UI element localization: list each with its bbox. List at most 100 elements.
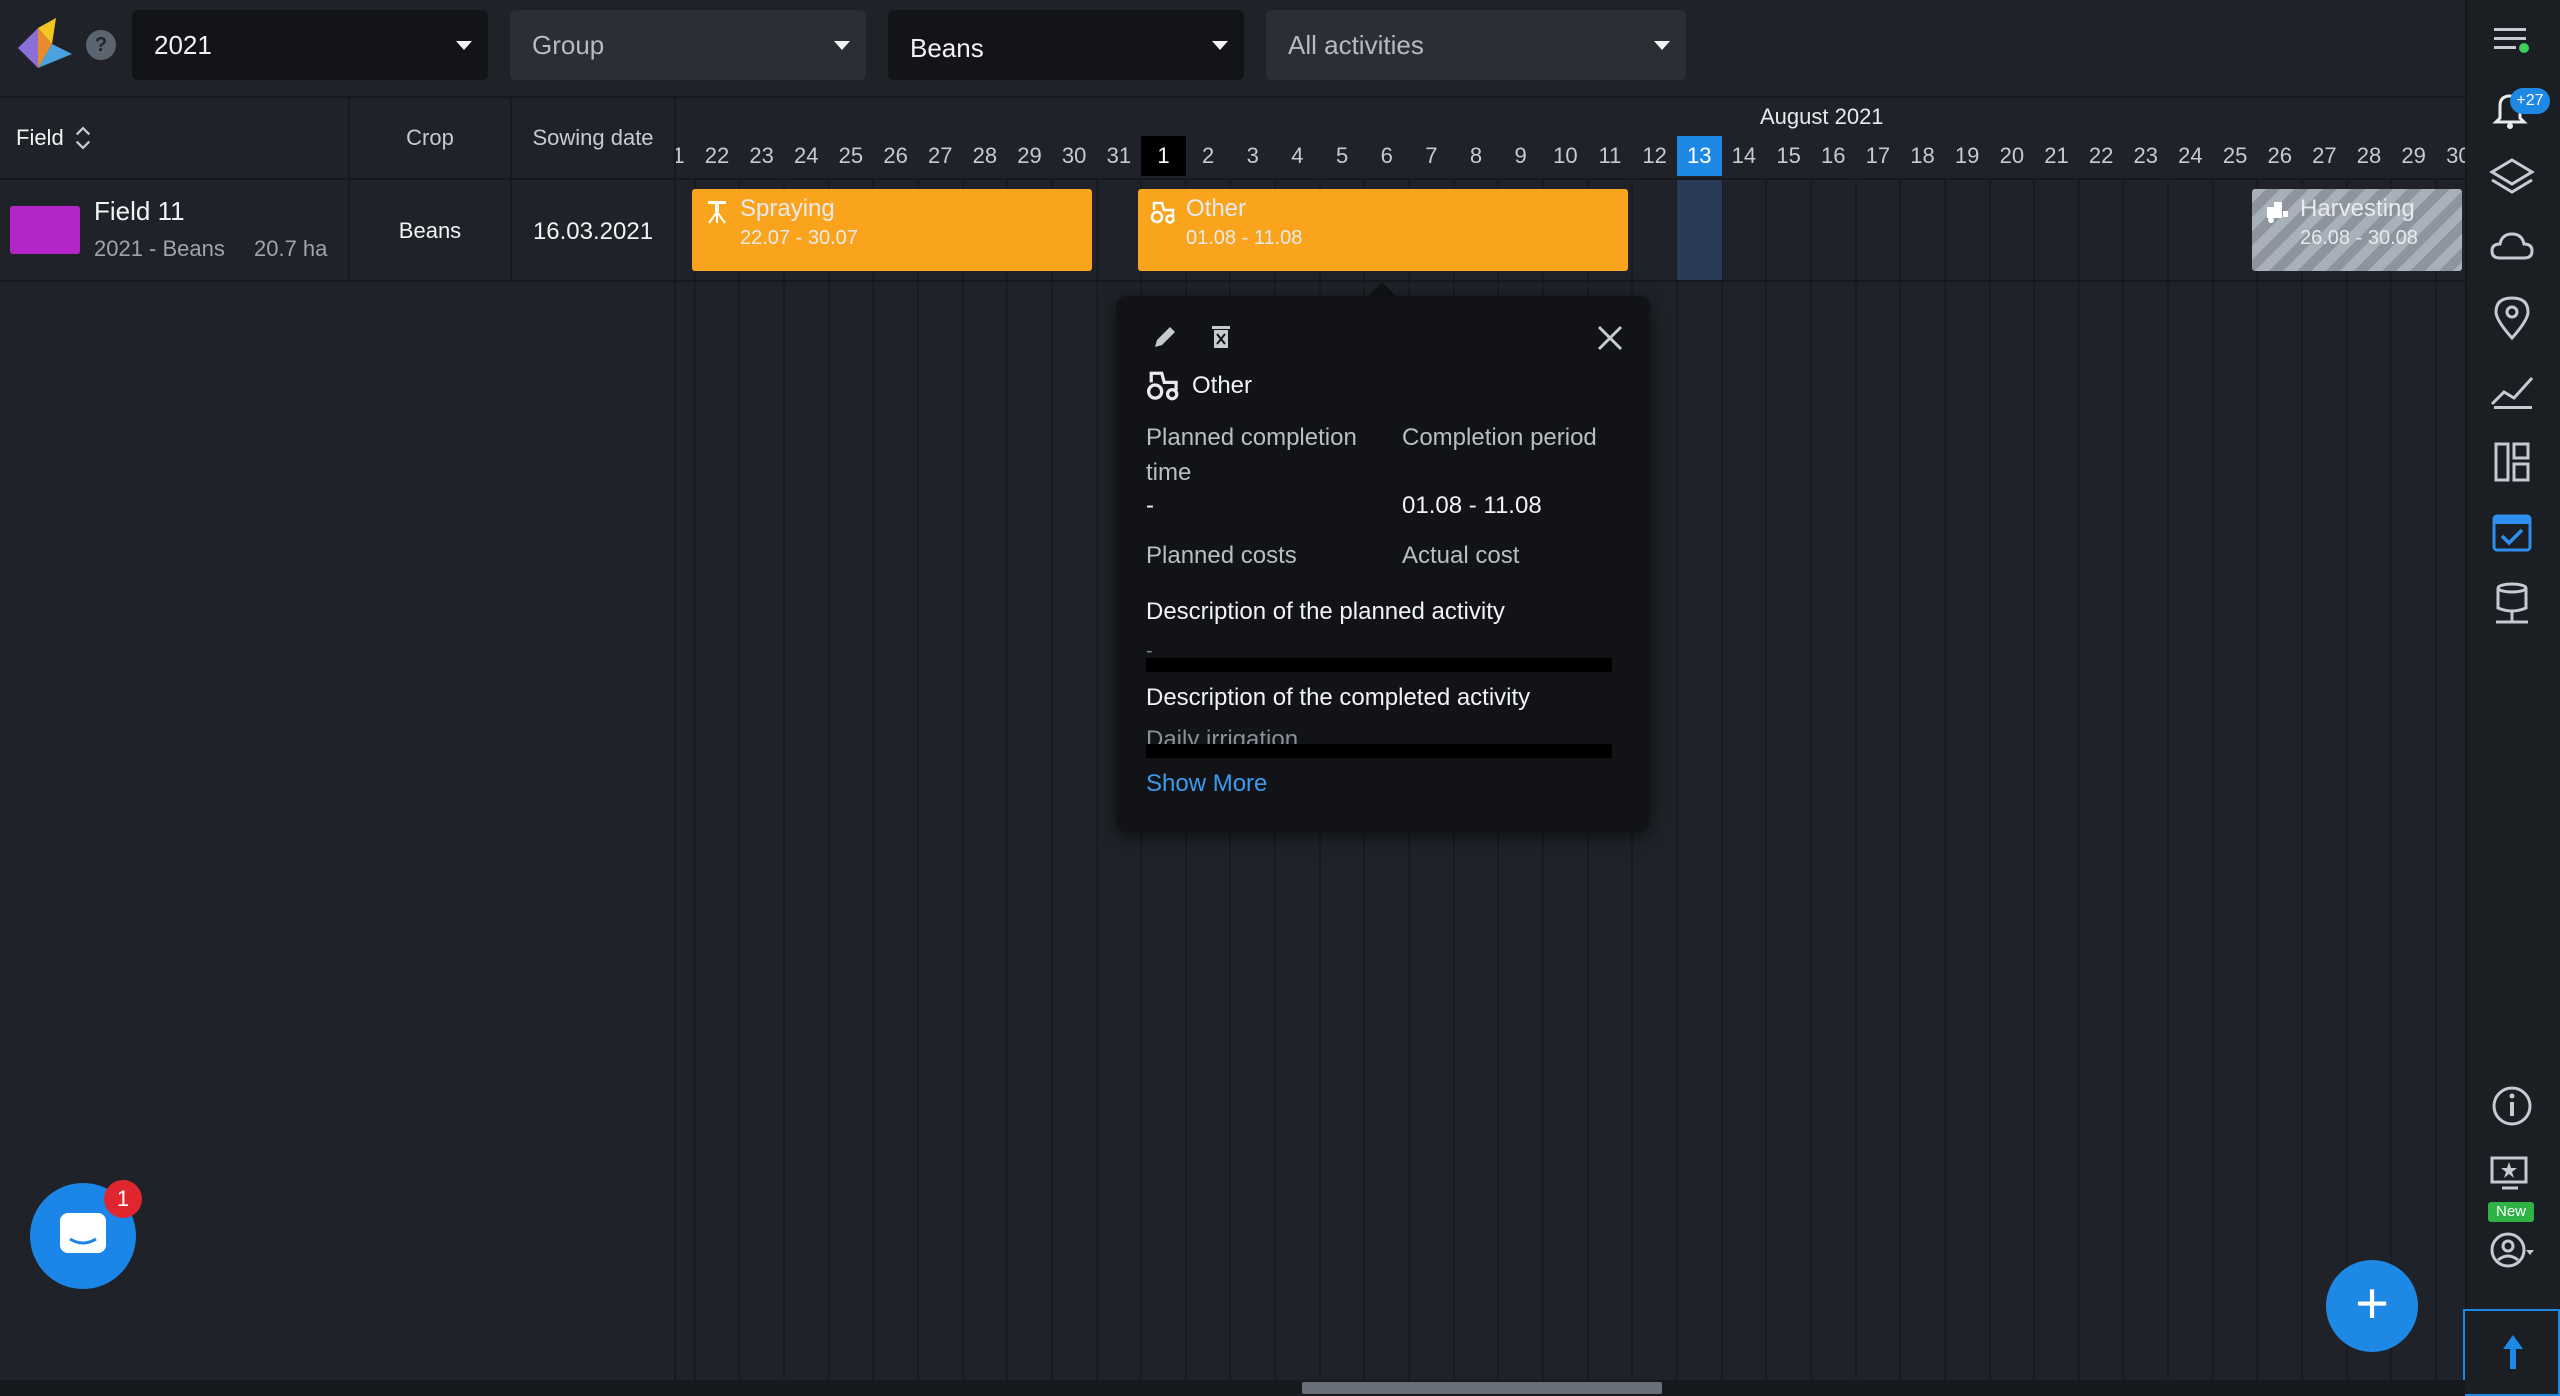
timeline-day[interactable]: 17	[1856, 136, 1901, 176]
timeline-day[interactable]: 24	[784, 136, 829, 176]
timeline-day[interactable]: 5	[1320, 136, 1365, 176]
activity-name: Other	[1186, 195, 1247, 222]
activity-bar-harvesting[interactable]: Harvesting 26.08 - 30.08	[2252, 189, 2462, 271]
new-badge: New	[2488, 1202, 2534, 1222]
timeline-day[interactable]: 18	[1900, 136, 1945, 176]
scrollbar-thumb[interactable]	[1302, 1382, 1662, 1394]
activity-filter-dropdown[interactable]: All activities	[1266, 10, 1686, 80]
timeline-day[interactable]: 22	[2079, 136, 2124, 176]
layers-icon[interactable]	[2486, 152, 2538, 204]
timeline-day[interactable]: 6	[1364, 136, 1409, 176]
timeline-day[interactable]: 20	[1990, 136, 2035, 176]
show-more-link[interactable]: Show More	[1146, 770, 1267, 798]
timeline-day[interactable]: 29	[1007, 136, 1052, 176]
close-icon[interactable]	[1596, 324, 1624, 352]
timeline-grid-line	[2077, 180, 2080, 1380]
timeline-grid-line	[1809, 180, 1812, 1380]
account-icon[interactable]	[2486, 1226, 2538, 1278]
completion-period-label: Completion period	[1402, 424, 1597, 451]
timeline-day[interactable]: 27	[918, 136, 963, 176]
timeline-day[interactable]: 9	[1498, 136, 1543, 176]
timeline-day[interactable]: 12	[1632, 136, 1677, 176]
timeline-day[interactable]: 26	[2257, 136, 2302, 176]
timeline-day[interactable]: 25	[829, 136, 874, 176]
timeline-day[interactable]: 25	[2213, 136, 2258, 176]
timeline-day[interactable]: 10	[1543, 136, 1588, 176]
timeline-day[interactable]: 30	[2436, 136, 2465, 176]
chevron-down-icon	[1212, 41, 1228, 50]
whats-new-icon[interactable]	[2486, 1150, 2538, 1202]
delete-icon[interactable]	[1206, 322, 1236, 352]
arrow-up-icon	[2503, 1335, 2523, 1369]
timeline-day[interactable]: 4	[1275, 136, 1320, 176]
timeline-day[interactable]: 23	[739, 136, 784, 176]
timeline-grid-line	[738, 180, 741, 1380]
field-name[interactable]: Field 11	[94, 196, 185, 227]
cloud-icon[interactable]	[2486, 222, 2538, 274]
notification-badge: +27	[2510, 88, 2550, 114]
timeline-day[interactable]: 7	[1409, 136, 1454, 176]
timeline-day[interactable]: 8	[1454, 136, 1499, 176]
crop-dropdown[interactable]: Beans	[888, 10, 1244, 80]
activity-period: 01.08 - 11.08	[1186, 227, 1303, 249]
group-dropdown[interactable]: Group	[510, 10, 866, 80]
timeline-grid-line	[1988, 180, 1991, 1380]
timeline-day[interactable]: 22	[695, 136, 740, 176]
help-icon[interactable]: ?	[86, 30, 116, 60]
timeline-grid-line	[1943, 180, 1946, 1380]
timeline-grid-line	[1095, 180, 1098, 1380]
timeline-day[interactable]: 31	[1097, 136, 1142, 176]
timeline-day[interactable]: 14	[1722, 136, 1767, 176]
timeline-day[interactable]: 30	[1052, 136, 1097, 176]
timeline-grid-line	[827, 180, 830, 1380]
crop-value: Beans	[910, 32, 984, 63]
analytics-icon[interactable]	[2486, 364, 2538, 416]
popover-title: Other	[1192, 372, 1253, 399]
timeline-day[interactable]: 19	[1945, 136, 1990, 176]
horizontal-scrollbar[interactable]	[0, 1380, 2465, 1396]
season-dropdown[interactable]: 2021	[132, 10, 488, 80]
timeline-day[interactable]: 29	[2391, 136, 2436, 176]
timeline-day[interactable]: 11	[1588, 136, 1633, 176]
activity-filter-value: All activities	[1288, 29, 1424, 60]
timeline-day[interactable]: 3	[1230, 136, 1275, 176]
dashboard-icon[interactable]	[2486, 436, 2538, 488]
location-pin-icon[interactable]	[2486, 292, 2538, 344]
row-crop: Beans	[398, 218, 462, 243]
timeline-day[interactable]: 15	[1766, 136, 1811, 176]
timeline-day[interactable]: 26	[873, 136, 918, 176]
scroll-to-top-button[interactable]	[2463, 1309, 2560, 1396]
timeline-day[interactable]: 28	[2347, 136, 2392, 176]
timeline-grid-line	[961, 180, 964, 1380]
timeline-day[interactable]: 23	[2123, 136, 2168, 176]
timeline-day[interactable]: 27	[2302, 136, 2347, 176]
timeline-day[interactable]: 24	[2168, 136, 2213, 176]
app-logo-icon[interactable]	[14, 14, 76, 76]
edit-icon[interactable]	[1150, 322, 1180, 352]
timeline-grid-line	[2167, 180, 2170, 1380]
timeline-day[interactable]: 16	[1811, 136, 1856, 176]
activity-bar-other[interactable]: Other 01.08 - 11.08	[1138, 189, 1628, 271]
menu-icon[interactable]	[2486, 14, 2538, 66]
group-placeholder: Group	[532, 29, 605, 60]
timeline-day[interactable]: 21	[2034, 136, 2079, 176]
popover-caret	[1368, 282, 1396, 296]
chevron-down-icon	[456, 41, 472, 50]
calendar-check-icon[interactable]	[2486, 506, 2538, 558]
timeline-day[interactable]: 28	[963, 136, 1008, 176]
timeline-day[interactable]: 2	[1186, 136, 1231, 176]
sort-icon[interactable]	[74, 124, 92, 152]
storage-icon[interactable]	[2486, 578, 2538, 630]
timeline-day[interactable]: 1	[1141, 136, 1186, 176]
tractor-icon	[1146, 371, 1179, 401]
timeline-grid-line	[1720, 180, 1723, 1380]
timeline-day[interactable]: 21	[676, 136, 695, 176]
timeline-day-today[interactable]: 13	[1676, 136, 1722, 176]
activity-bar-spraying[interactable]: Spraying 22.07 - 30.07	[692, 189, 1092, 271]
field-column-header[interactable]: Field	[16, 98, 346, 178]
crop-header-label: Crop	[406, 125, 454, 150]
add-activity-button[interactable]: +	[2326, 1260, 2418, 1352]
chevron-down-icon	[1654, 41, 1670, 50]
info-icon[interactable]	[2486, 1080, 2538, 1132]
timeline-grid-line	[1006, 180, 1009, 1380]
